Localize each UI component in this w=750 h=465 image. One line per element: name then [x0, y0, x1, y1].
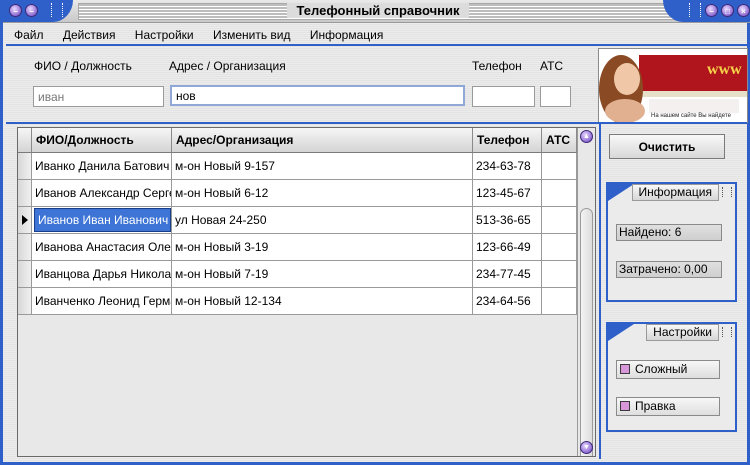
cell-ats[interactable]: [542, 153, 577, 180]
settings-group-caption: Настройки: [608, 324, 735, 341]
cell-address[interactable]: м-он Новый 7-19: [172, 261, 473, 288]
current-row-arrow-icon: [22, 215, 28, 225]
scroll-thumb[interactable]: [580, 208, 593, 456]
row-indicator[interactable]: [18, 261, 32, 288]
table-row[interactable]: Иванченко Леонид Германовичм-он Новый 12…: [18, 288, 577, 315]
address-search-input[interactable]: [170, 85, 465, 106]
info-group: Информация Найдено: 6 Затрачено: 0,00: [606, 182, 737, 302]
phone-search-input[interactable]: [472, 86, 535, 107]
cell-phone[interactable]: 234-77-45: [473, 261, 542, 288]
complex-checkbox[interactable]: Сложный: [616, 360, 720, 379]
cell-phone[interactable]: 234-64-56: [473, 288, 542, 315]
column-header-phone[interactable]: Телефон: [473, 128, 542, 153]
title-bar[interactable]: − − Телефонный справочник − □ ×: [3, 0, 750, 23]
address-label: Адрес / Организация: [169, 59, 286, 73]
window-title: Телефонный справочник: [3, 3, 750, 18]
complex-label: Сложный: [635, 362, 688, 376]
menu-info[interactable]: Информация: [302, 26, 391, 44]
cell-phone[interactable]: 123-45-67: [473, 180, 542, 207]
banner-text: www: [707, 61, 742, 78]
cell-name[interactable]: Иванченко Леонид Германович: [32, 288, 172, 315]
banner-image: [599, 49, 747, 122]
table-row[interactable]: Иванова Анастасия Олеговнам-он Новый 3-1…: [18, 234, 577, 261]
settings-group-title: Настройки: [646, 324, 719, 341]
table-corner: [18, 128, 32, 153]
cell-address[interactable]: ул Новая 24-250: [172, 207, 473, 234]
table-row[interactable]: Иванов Александр Сергеевичм-он Новый 6-1…: [18, 180, 577, 207]
table-row[interactable]: Иванов Иван Иванович ул Новая 24-250 513-3…: [18, 207, 577, 234]
selected-cell-text: Иванов Иван Иванович: [34, 208, 171, 232]
spent-time: Затрачено: 0,00: [616, 261, 722, 278]
row-indicator[interactable]: [18, 153, 32, 180]
info-group-caption: Информация: [608, 184, 735, 201]
ats-label: АТС: [540, 59, 564, 73]
cell-address[interactable]: м-он Новый 3-19: [172, 234, 473, 261]
column-header-ats[interactable]: АТС: [542, 128, 577, 153]
caption-triangle: [608, 184, 634, 201]
row-indicator[interactable]: [18, 234, 32, 261]
grip-icon: [689, 3, 701, 17]
phone-label: Телефон: [472, 59, 522, 73]
cell-phone[interactable]: 123-66-49: [473, 234, 542, 261]
cell-phone[interactable]: 234-63-78: [473, 153, 542, 180]
fio-label: ФИО / Должность: [34, 59, 132, 73]
table-row[interactable]: Иванко Данила Батович м-он Новый 9-157 234…: [18, 153, 577, 180]
cell-name[interactable]: Иванов Александр Сергеевич: [32, 180, 172, 207]
column-header-address[interactable]: Адрес/Организация: [172, 128, 473, 153]
clear-button[interactable]: Очистить: [609, 134, 725, 159]
minimize-icon[interactable]: −: [705, 4, 718, 17]
menu-settings[interactable]: Настройки: [127, 26, 202, 44]
cell-address[interactable]: м-он Новый 6-12: [172, 180, 473, 207]
cell-name[interactable]: Иванцова Дарья Николаевна: [32, 261, 172, 288]
vertical-scrollbar[interactable]: ▲ ▼: [577, 128, 595, 456]
contacts-table: ФИО/Должность Адрес/Организация Телефон …: [17, 127, 596, 457]
caption-triangle: [608, 324, 634, 341]
column-header-name[interactable]: ФИО/Должность: [32, 128, 172, 153]
checkbox-icon: [620, 401, 630, 411]
found-count: Найдено: 6: [616, 224, 722, 241]
maximize-icon[interactable]: □: [721, 4, 734, 17]
fio-search-input[interactable]: [33, 86, 164, 107]
edit-label: Правка: [635, 399, 676, 413]
menu-file[interactable]: Файл: [6, 26, 52, 44]
menu-view[interactable]: Изменить вид: [205, 26, 299, 44]
cell-name[interactable]: Иванов Иван Иванович: [32, 207, 172, 234]
scroll-up-icon[interactable]: ▲: [580, 130, 593, 143]
title-right-cap: − □ ×: [663, 0, 750, 22]
grip-icon: [722, 187, 732, 197]
menu-actions[interactable]: Действия: [55, 26, 124, 44]
info-group-title: Информация: [631, 184, 719, 201]
row-indicator[interactable]: [18, 180, 32, 207]
cell-name[interactable]: Иванова Анастасия Олеговна: [32, 234, 172, 261]
cell-ats[interactable]: [542, 234, 577, 261]
cell-address[interactable]: м-он Новый 9-157: [172, 153, 473, 180]
cell-name[interactable]: Иванко Данила Батович: [32, 153, 172, 180]
cell-ats[interactable]: [542, 180, 577, 207]
vertical-divider: [599, 124, 601, 459]
cell-ats[interactable]: [542, 261, 577, 288]
close-icon[interactable]: ×: [737, 4, 750, 17]
banner-ad[interactable]: www На нашем сайте Вы найдете: [598, 48, 748, 123]
cell-phone[interactable]: 513-36-65: [473, 207, 542, 234]
scroll-down-icon[interactable]: ▼: [580, 441, 593, 454]
menu-bar: Файл Действия Настройки Изменить вид Инф…: [6, 26, 746, 44]
panel-divider: [6, 122, 747, 124]
settings-group: Настройки Сложный Правка: [606, 322, 737, 432]
menu-divider: [6, 44, 747, 46]
ats-search-input[interactable]: [540, 86, 571, 107]
cell-ats[interactable]: [542, 207, 577, 234]
row-indicator[interactable]: [18, 207, 32, 234]
cell-address[interactable]: м-он Новый 12-134: [172, 288, 473, 315]
table-row[interactable]: Иванцова Дарья Николаевнам-он Новый 7-19…: [18, 261, 577, 288]
cell-ats[interactable]: [542, 288, 577, 315]
checkbox-icon: [620, 364, 630, 374]
edit-checkbox[interactable]: Правка: [616, 397, 720, 416]
row-indicator[interactable]: [18, 288, 32, 315]
banner-caption: На нашем сайте Вы найдете: [651, 113, 731, 119]
grip-icon: [722, 327, 732, 337]
app-window: − − Телефонный справочник − □ × Файл Дей…: [0, 0, 750, 465]
